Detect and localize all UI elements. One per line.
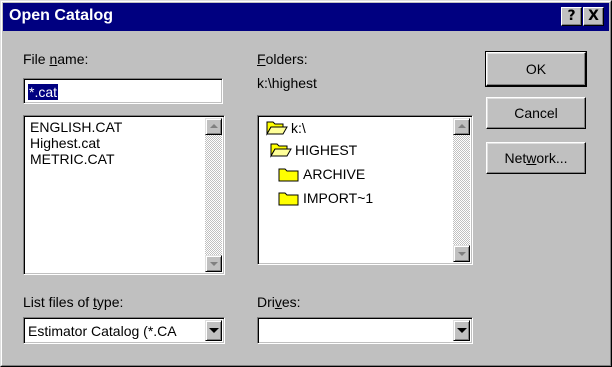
scroll-down-button[interactable] <box>453 245 470 262</box>
open-folder-icon <box>266 121 288 136</box>
help-button[interactable]: ? <box>561 7 582 26</box>
file-name-input[interactable]: *.cat <box>23 78 223 104</box>
chevron-up-icon <box>458 124 466 128</box>
scroll-down-button[interactable] <box>205 255 222 272</box>
chevron-down-icon <box>210 262 218 266</box>
file-type-dropdown-button[interactable] <box>205 320 222 341</box>
file-list-scrollbar[interactable] <box>205 118 222 272</box>
close-button[interactable]: X <box>583 7 604 26</box>
drives-select[interactable] <box>257 317 473 344</box>
current-path: k:\highest <box>257 75 317 91</box>
folder-tree[interactable]: k:\ HIGHEST ARCHIVE IMPORT~1 <box>257 115 473 265</box>
file-list[interactable]: ENGLISH.CAT Highest.cat METRIC.CAT <box>23 115 225 275</box>
open-catalog-dialog: Open Catalog ? X File name: *.cat ENGLIS… <box>0 0 612 367</box>
title-bar[interactable]: Open Catalog ? X <box>3 3 609 31</box>
list-item[interactable]: METRIC.CAT <box>30 151 122 167</box>
chevron-down-icon <box>458 252 466 256</box>
folders-label: Folders: <box>257 51 308 67</box>
cancel-button[interactable]: Cancel <box>486 97 586 129</box>
close-icon: X <box>588 8 599 24</box>
chevron-up-icon <box>210 124 218 128</box>
file-type-value: Estimator Catalog (*.CA <box>28 323 177 339</box>
folder-tree-scrollbar[interactable] <box>453 118 470 262</box>
drives-label: Drives: <box>257 294 301 310</box>
list-item[interactable]: Highest.cat <box>30 135 122 151</box>
help-icon: ? <box>567 8 576 24</box>
closed-folder-icon <box>278 192 299 206</box>
list-item[interactable]: ENGLISH.CAT <box>30 119 122 135</box>
chevron-down-icon <box>209 328 219 333</box>
file-type-select[interactable]: Estimator Catalog (*.CA <box>23 317 225 344</box>
scroll-up-button[interactable] <box>205 118 222 135</box>
network-button[interactable]: Network... <box>486 142 586 174</box>
chevron-down-icon <box>457 328 467 333</box>
scroll-up-button[interactable] <box>453 118 470 135</box>
file-type-label: List files of type: <box>23 294 124 310</box>
ok-button[interactable]: OK <box>485 51 587 87</box>
dialog-title: Open Catalog <box>9 7 114 24</box>
open-folder-icon <box>270 143 292 158</box>
file-name-label: File name: <box>23 51 89 67</box>
drives-dropdown-button[interactable] <box>453 320 470 341</box>
file-name-value: *.cat <box>28 84 59 100</box>
closed-folder-icon <box>278 168 299 182</box>
